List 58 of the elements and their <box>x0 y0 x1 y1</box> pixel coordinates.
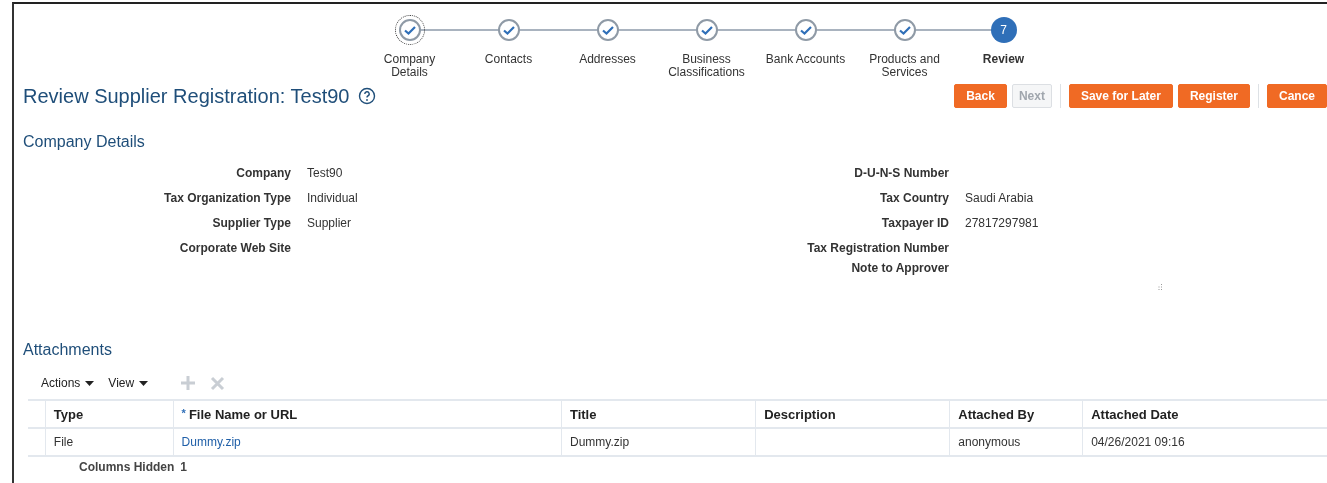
field-label: Company <box>235 166 291 181</box>
caret-icon <box>139 380 149 386</box>
step-number: 7 <box>1000 23 1007 37</box>
step-label[interactable]: Review <box>982 53 1025 66</box>
check-icon <box>700 25 713 35</box>
step-label[interactable]: Company Details <box>367 53 452 79</box>
table-cell: Dummy.zip <box>569 435 630 449</box>
completed-step[interactable] <box>893 19 916 41</box>
page-title: Review Supplier Registration: Test90 <box>23 84 350 108</box>
check-icon <box>898 25 911 35</box>
completed-step[interactable] <box>596 19 619 41</box>
required-mark: * <box>181 406 186 419</box>
field-label: Tax Country <box>878 191 949 206</box>
check-icon <box>403 25 416 35</box>
columns-hidden-count: 1 <box>180 460 188 474</box>
completed-step[interactable] <box>794 19 817 41</box>
column-header[interactable]: * File Name or URL <box>173 400 562 428</box>
step-label[interactable]: Bank Accounts <box>765 53 846 66</box>
check-icon <box>799 25 812 35</box>
table-cell: File <box>53 435 74 449</box>
field-label: Tax Organization Type <box>163 191 291 206</box>
check-icon <box>601 25 614 35</box>
field-value: 27817297981 <box>965 216 1040 231</box>
field-value: Individual <box>307 191 359 206</box>
field-label: Note to Approver <box>850 261 949 276</box>
caret-icon <box>85 380 95 386</box>
menu-button[interactable]: View <box>108 376 149 390</box>
field-label: Taxpayer ID <box>880 216 949 231</box>
columns-hidden-label: Columns Hidden <box>79 460 175 474</box>
table-cell: anonymous <box>958 435 1021 449</box>
menu-button[interactable]: Actions <box>41 376 95 390</box>
field-value: Test90 <box>307 166 344 181</box>
column-header[interactable]: Description <box>755 400 950 428</box>
check-icon <box>502 25 515 35</box>
field-label: D-U-N-S Number <box>853 166 949 181</box>
step-label[interactable]: Business Classifications <box>664 53 749 79</box>
field-label: Tax Registration Number <box>806 241 949 256</box>
completed-step[interactable] <box>398 19 421 41</box>
column-header[interactable]: Title <box>561 400 756 428</box>
help-icon[interactable] <box>358 87 377 105</box>
section-heading: Company Details <box>23 133 146 151</box>
field-label: Corporate Web Site <box>178 241 291 256</box>
step-label[interactable]: Addresses <box>579 53 636 66</box>
column-header[interactable]: Type <box>45 400 174 428</box>
current-step[interactable]: 7 <box>990 17 1017 43</box>
step-label[interactable]: Products and Services <box>862 53 947 79</box>
completed-step[interactable] <box>497 19 520 41</box>
section-heading: Attachments <box>23 341 113 359</box>
step-label[interactable]: Contacts <box>484 53 533 66</box>
column-header[interactable]: Attached Date <box>1082 400 1327 428</box>
resize-grip-icon[interactable] <box>1157 284 1163 290</box>
completed-step[interactable] <box>695 19 718 41</box>
field-label: Supplier Type <box>211 216 291 231</box>
file-link[interactable]: Dummy.zip <box>181 435 241 449</box>
field-value: Supplier <box>307 216 353 231</box>
field-value: Saudi Arabia <box>965 191 1035 206</box>
column-header[interactable]: Attached By <box>949 400 1083 428</box>
table-cell: 04/26/2021 09:16 <box>1091 435 1185 449</box>
